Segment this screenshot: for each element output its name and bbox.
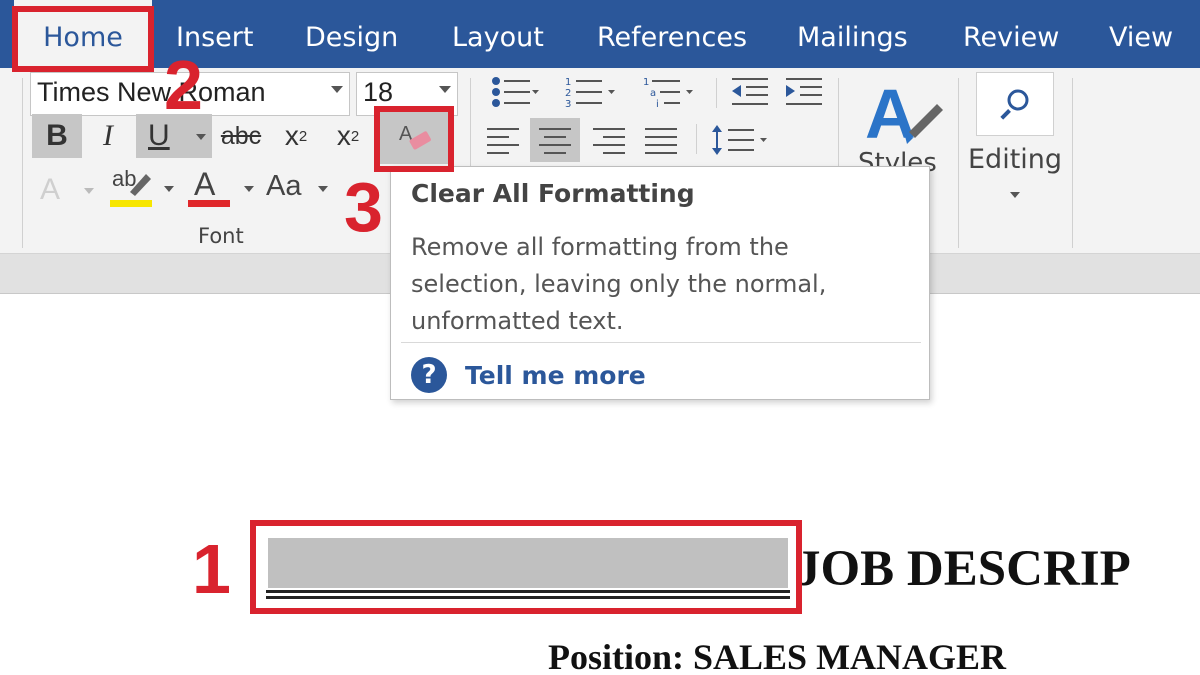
highlighter-icon [130, 174, 151, 196]
change-case-button[interactable]: Aa [264, 166, 334, 212]
increase-indent-button[interactable] [780, 72, 828, 112]
strikethrough-label: abc [220, 121, 262, 150]
styles-icon: A [865, 75, 943, 150]
italic-label: I [103, 119, 113, 152]
svg-text:1: 1 [565, 77, 571, 88]
chevron-down-icon[interactable] [164, 186, 174, 192]
tab-references[interactable]: References [597, 0, 747, 68]
subscript-mark: 2 [298, 127, 308, 145]
superscript-button[interactable]: x2 [326, 114, 370, 158]
clear-formatting-tooltip: Clear All Formatting Remove all formatti… [390, 166, 930, 400]
align-right-button[interactable] [586, 118, 632, 162]
change-case-label: Aa [266, 170, 302, 202]
increase-indent-icon [786, 78, 822, 105]
step-number-3: 3 [344, 168, 383, 246]
justify-button[interactable] [638, 118, 684, 162]
align-right-icon [593, 128, 625, 154]
tab-layout[interactable]: Layout [452, 0, 544, 68]
bullet-list-icon [492, 77, 539, 107]
font-color-label: A [194, 166, 216, 202]
chevron-down-icon[interactable] [244, 186, 254, 192]
document-title[interactable]: JOB DESCRIP [795, 540, 1131, 598]
font-color-bar [188, 200, 230, 207]
group-separator [716, 78, 717, 108]
chevron-down-icon[interactable] [84, 188, 94, 194]
bullets-button[interactable] [480, 72, 550, 112]
svg-text:3: 3 [565, 99, 571, 109]
help-icon: ? [411, 357, 447, 393]
step-number-2: 2 [164, 46, 203, 124]
font-group-label: Font [198, 224, 244, 248]
chevron-down-icon[interactable] [318, 186, 328, 192]
tooltip-divider [401, 342, 921, 343]
center-button[interactable] [530, 118, 580, 162]
tab-design[interactable]: Design [305, 0, 398, 68]
font-name-value: Times New Roman [37, 77, 266, 107]
line-spacing-icon [712, 125, 767, 155]
styles-button[interactable]: A [854, 72, 950, 152]
align-center-icon [539, 128, 571, 154]
document-position-line[interactable]: Position: SALES MANAGER [548, 636, 1006, 675]
chevron-down-icon[interactable] [439, 86, 451, 93]
tooltip-title: Clear All Formatting [411, 179, 695, 208]
superscript-label: x [336, 120, 351, 151]
find-button[interactable] [976, 72, 1054, 136]
subscript-label: x [284, 120, 299, 151]
tab-view[interactable]: View [1109, 0, 1173, 68]
multilevel-list-button[interactable]: 1 a i [634, 72, 706, 112]
group-separator [958, 78, 959, 248]
italic-button[interactable]: I [86, 114, 130, 158]
svg-text:1: 1 [643, 77, 649, 88]
align-left-icon [487, 128, 519, 154]
tooltip-description: Remove all formatting from the selection… [411, 233, 827, 335]
superscript-mark: 2 [350, 127, 360, 145]
text-effects-button[interactable]: A [38, 168, 98, 212]
underline-label: U [148, 119, 170, 152]
tell-me-more-label: Tell me more [465, 360, 646, 390]
chevron-down-icon[interactable] [196, 134, 206, 140]
group-separator [1072, 78, 1073, 248]
group-separator [22, 78, 23, 248]
chevron-down-icon[interactable] [331, 86, 343, 93]
strikethrough-button[interactable]: abc [216, 114, 266, 158]
bold-label: B [46, 119, 68, 152]
decrease-indent-icon [732, 78, 768, 105]
annotation-box-clear-formatting [374, 106, 454, 172]
chevron-down-icon[interactable] [1010, 192, 1020, 198]
highlight-button[interactable]: ab [108, 166, 178, 212]
editing-label[interactable]: Editing [968, 144, 1062, 175]
group-separator [696, 124, 697, 154]
font-size-value: 18 [363, 77, 394, 107]
tell-me-more-link[interactable]: ? Tell me more [411, 357, 646, 393]
decrease-indent-button[interactable] [726, 72, 774, 112]
multilevel-list-icon: 1 a i [643, 77, 693, 109]
step-number-1: 1 [192, 530, 231, 608]
annotation-box-selection [250, 520, 802, 614]
svg-text:i: i [656, 99, 659, 109]
tab-review[interactable]: Review [963, 0, 1059, 68]
numbering-button[interactable]: 1 2 3 [556, 72, 628, 112]
align-left-button[interactable] [480, 118, 526, 162]
numbered-list-icon: 1 2 3 [565, 77, 615, 109]
justify-icon [645, 128, 677, 154]
svg-text:2: 2 [565, 88, 571, 99]
font-color-button[interactable]: A [186, 166, 258, 212]
bold-button[interactable]: B [32, 114, 82, 158]
tab-mailings[interactable]: Mailings [797, 0, 908, 68]
subscript-button[interactable]: x2 [272, 114, 320, 158]
text-effects-label: A [40, 173, 61, 206]
highlight-color-bar [110, 200, 152, 207]
search-icon [1000, 89, 1029, 120]
annotation-box-home [12, 6, 154, 72]
line-spacing-button[interactable] [706, 118, 776, 162]
svg-text:a: a [650, 88, 656, 99]
